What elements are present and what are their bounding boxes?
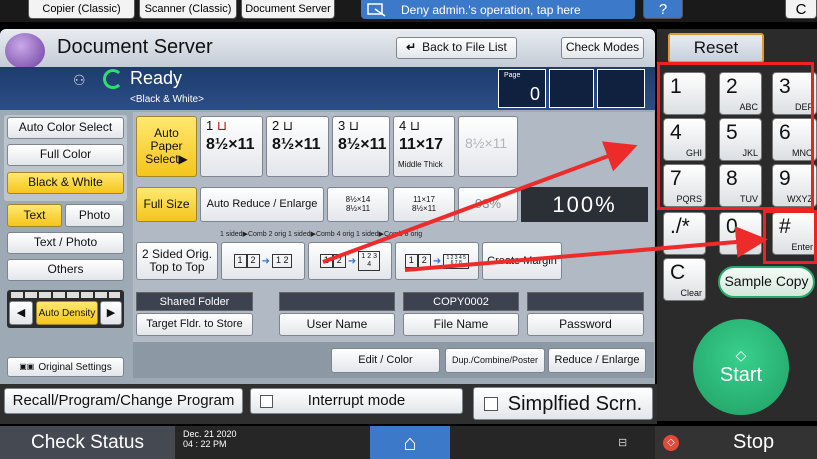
date-time: Dec. 21 2020 04 : 22 PM xyxy=(183,429,237,450)
bottom-status-bar: Check Status Dec. 21 2020 04 : 22 PM ⌂ ⊟… xyxy=(0,426,817,459)
stop-label: Stop xyxy=(733,431,775,453)
memory-icon: ⊟ xyxy=(618,437,628,449)
stop-button[interactable]: ◇ Stop xyxy=(655,426,817,459)
annotation-arrows xyxy=(322,141,768,272)
check-status-button[interactable]: Check Status xyxy=(0,426,175,459)
arrow-to-enter-key xyxy=(404,226,768,272)
arrow-to-keypad xyxy=(322,141,638,264)
home-icon: ⌂ xyxy=(403,429,417,455)
time-text: 04 : 22 PM xyxy=(183,438,227,449)
home-button[interactable]: ⌂ xyxy=(370,426,450,459)
stop-icon: ◇ xyxy=(663,434,679,451)
